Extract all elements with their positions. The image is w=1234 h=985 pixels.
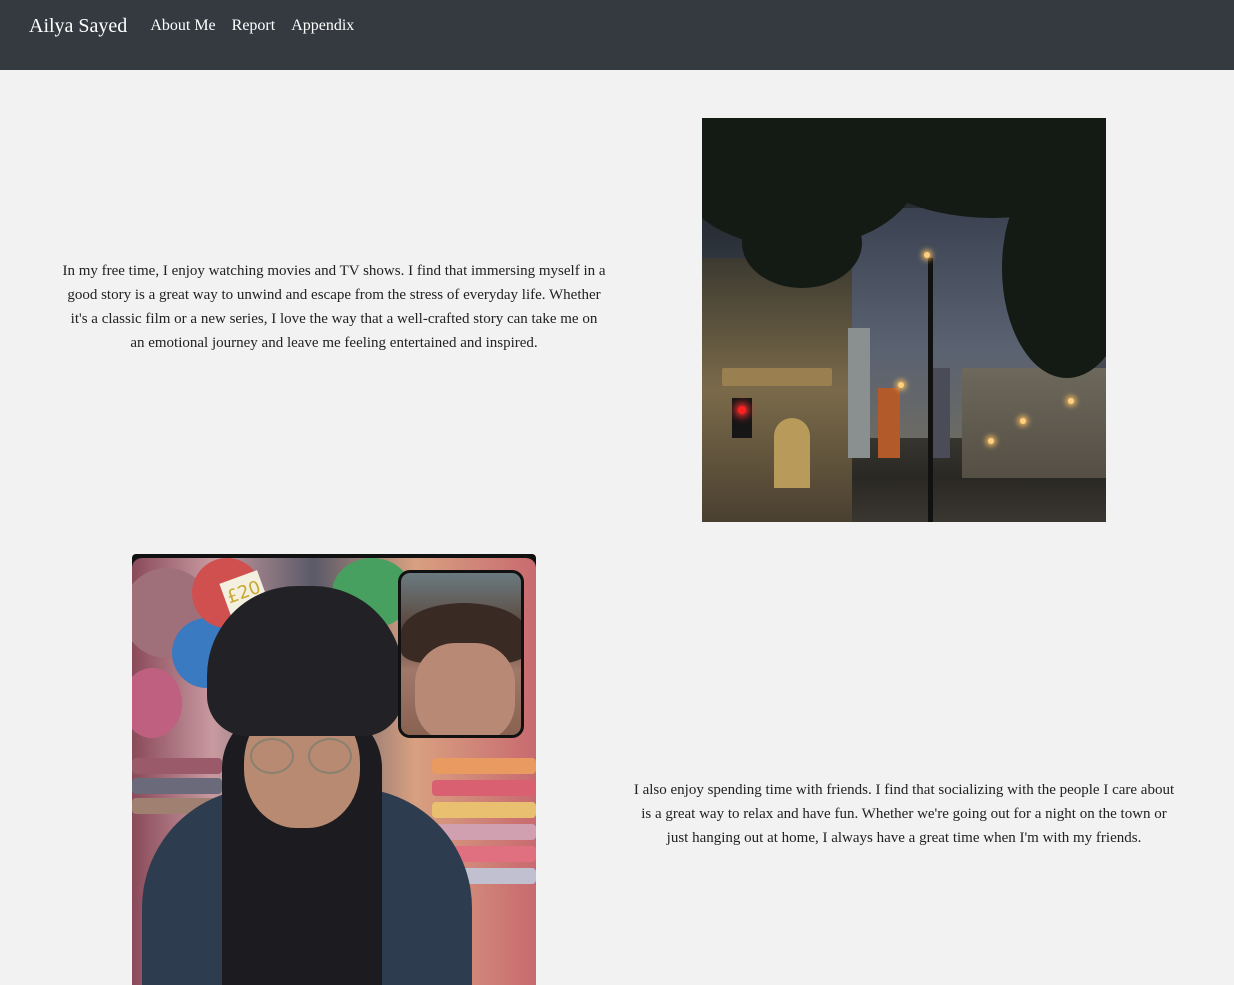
movies-paragraph: In my free time, I enjoy watching movies… (62, 263, 606, 351)
photo-dark-tower (932, 368, 950, 458)
photo-road (852, 478, 1106, 522)
photo-scarf-stack (132, 778, 222, 794)
nav-links: About Me Report Appendix (150, 14, 354, 36)
photo-street-light (924, 252, 930, 258)
photo-scarf-stack (132, 758, 222, 774)
photo-traffic-light (732, 398, 752, 438)
photo-scarf-stack (432, 802, 536, 818)
photo-lamp-post (928, 258, 933, 522)
photo-glasses-lens (308, 738, 352, 774)
photo-street-light (898, 382, 904, 388)
photo-tree-foliage (742, 198, 862, 288)
photo-inset-video-frame (398, 570, 524, 738)
photo-building-left (702, 258, 852, 522)
photo-orange-tower (878, 388, 900, 458)
photo-scarf-stack (432, 758, 536, 774)
photo-knit-hat (132, 668, 182, 738)
photo-street-light (1068, 398, 1074, 404)
navbar: Ailya Sayed About Me Report Appendix (0, 0, 1234, 70)
photo-inset-face (415, 643, 515, 735)
friends-paragraph: I also enjoy spending time with friends.… (633, 782, 1175, 846)
photo-person-hat (207, 586, 403, 736)
nav-link-about-me[interactable]: About Me (150, 16, 215, 36)
photo-red-signal (738, 406, 746, 414)
nav-link-report[interactable]: Report (232, 16, 276, 36)
nav-link-appendix[interactable]: Appendix (291, 16, 354, 36)
photo-street-light (988, 438, 994, 444)
photo-pale-tower (848, 328, 870, 458)
photo-arched-window (774, 418, 810, 488)
street-at-dusk-photo (702, 118, 1106, 522)
brand-link[interactable]: Ailya Sayed (29, 14, 127, 38)
photo-balcony (722, 368, 832, 386)
selfie-with-friend-photo: £20 (132, 554, 536, 985)
photo-scarf-stack (432, 780, 536, 796)
photo-glasses-lens (250, 738, 294, 774)
photo-street-light (1020, 418, 1026, 424)
